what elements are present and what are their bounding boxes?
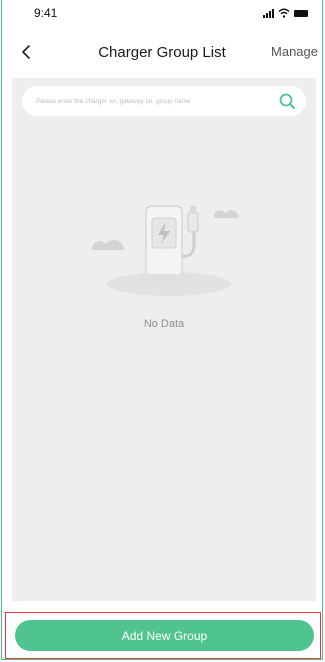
battery-icon [294,10,308,17]
content-area: No Data [12,78,316,601]
manage-button[interactable]: Manage [271,44,318,59]
wifi-icon [278,8,290,18]
search-icon[interactable] [276,90,298,112]
search-input[interactable] [22,85,276,117]
status-bar: 9:41 [2,0,322,28]
empty-state-message: No Data [143,318,185,330]
charging-station-icon [92,205,239,296]
app-screen: 9:41 Charger Group List Manage Please en… [1,0,323,660]
signal-icon [263,9,274,18]
nav-bar: Charger Group List Manage [2,34,322,70]
status-icons [263,8,308,18]
search-bar [22,85,306,117]
add-new-group-button[interactable]: Add New Group [15,620,314,651]
footer-bar: Add New Group [5,612,321,659]
status-time: 9:41 [34,6,58,20]
